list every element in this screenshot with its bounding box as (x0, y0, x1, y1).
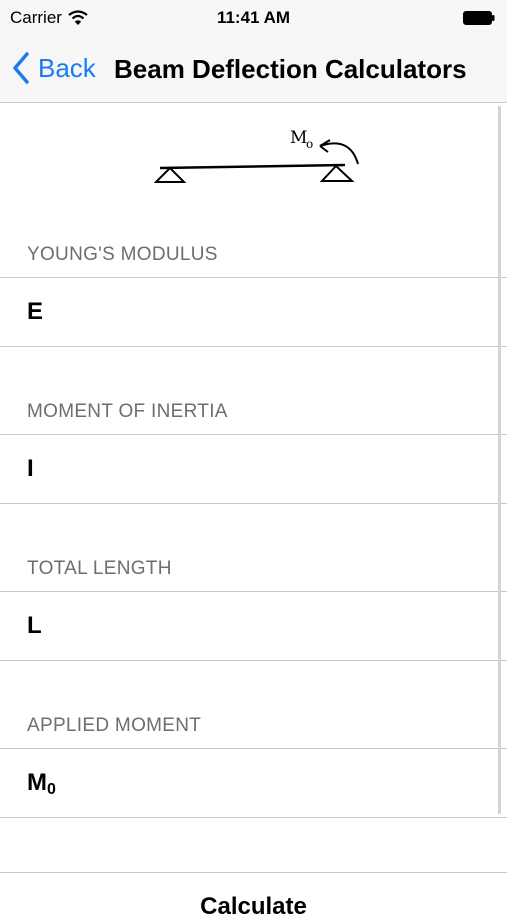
section-header-moment-of-inertia: MOMENT OF INERTIA (27, 401, 228, 422)
chevron-left-icon (13, 52, 29, 84)
total-length-label: L (27, 612, 42, 639)
page-title: Beam Deflection Calculators (114, 54, 467, 84)
youngs-modulus-label: E (27, 298, 44, 325)
applied-moment-row[interactable]: M0 (0, 748, 507, 818)
scroll-indicator[interactable] (498, 106, 501, 814)
battery-icon (463, 11, 495, 25)
calculate-button[interactable]: Calculate (0, 893, 507, 921)
back-button[interactable]: Back (12, 52, 96, 84)
moment-of-inertia-input[interactable] (80, 445, 484, 495)
youngs-modulus-row[interactable]: E (0, 277, 507, 347)
calculate-row[interactable]: Calculate (0, 872, 507, 920)
applied-moment-label-main: M (27, 769, 47, 796)
moment-label: M (290, 128, 307, 148)
moment-of-inertia-row[interactable]: I (0, 434, 507, 504)
back-label: Back (38, 52, 96, 83)
section-header-youngs-modulus: YOUNG'S MODULUS (27, 244, 218, 265)
moment-subscript: o (306, 137, 313, 151)
section-header-applied-moment: APPLIED MOMENT (27, 715, 202, 736)
moment-of-inertia-label: I (27, 455, 34, 482)
applied-moment-label-sub: 0 (47, 781, 56, 798)
total-length-input[interactable] (80, 602, 484, 652)
youngs-modulus-input[interactable] (80, 288, 484, 338)
beam-diagram: M o (153, 128, 359, 183)
status-bar: Carrier 11:41 AM (0, 0, 507, 36)
section-header-total-length: TOTAL LENGTH (27, 558, 172, 579)
applied-moment-label: M0 (27, 769, 56, 799)
pin-support-right (319, 164, 355, 182)
navigation-bar: Back Beam Deflection Calculators (0, 36, 507, 103)
total-length-row[interactable]: L (0, 591, 507, 661)
clock: 11:41 AM (216, 8, 291, 27)
applied-moment-input[interactable] (80, 759, 484, 809)
pin-support-left (153, 166, 187, 183)
moment-arrow (319, 142, 359, 165)
